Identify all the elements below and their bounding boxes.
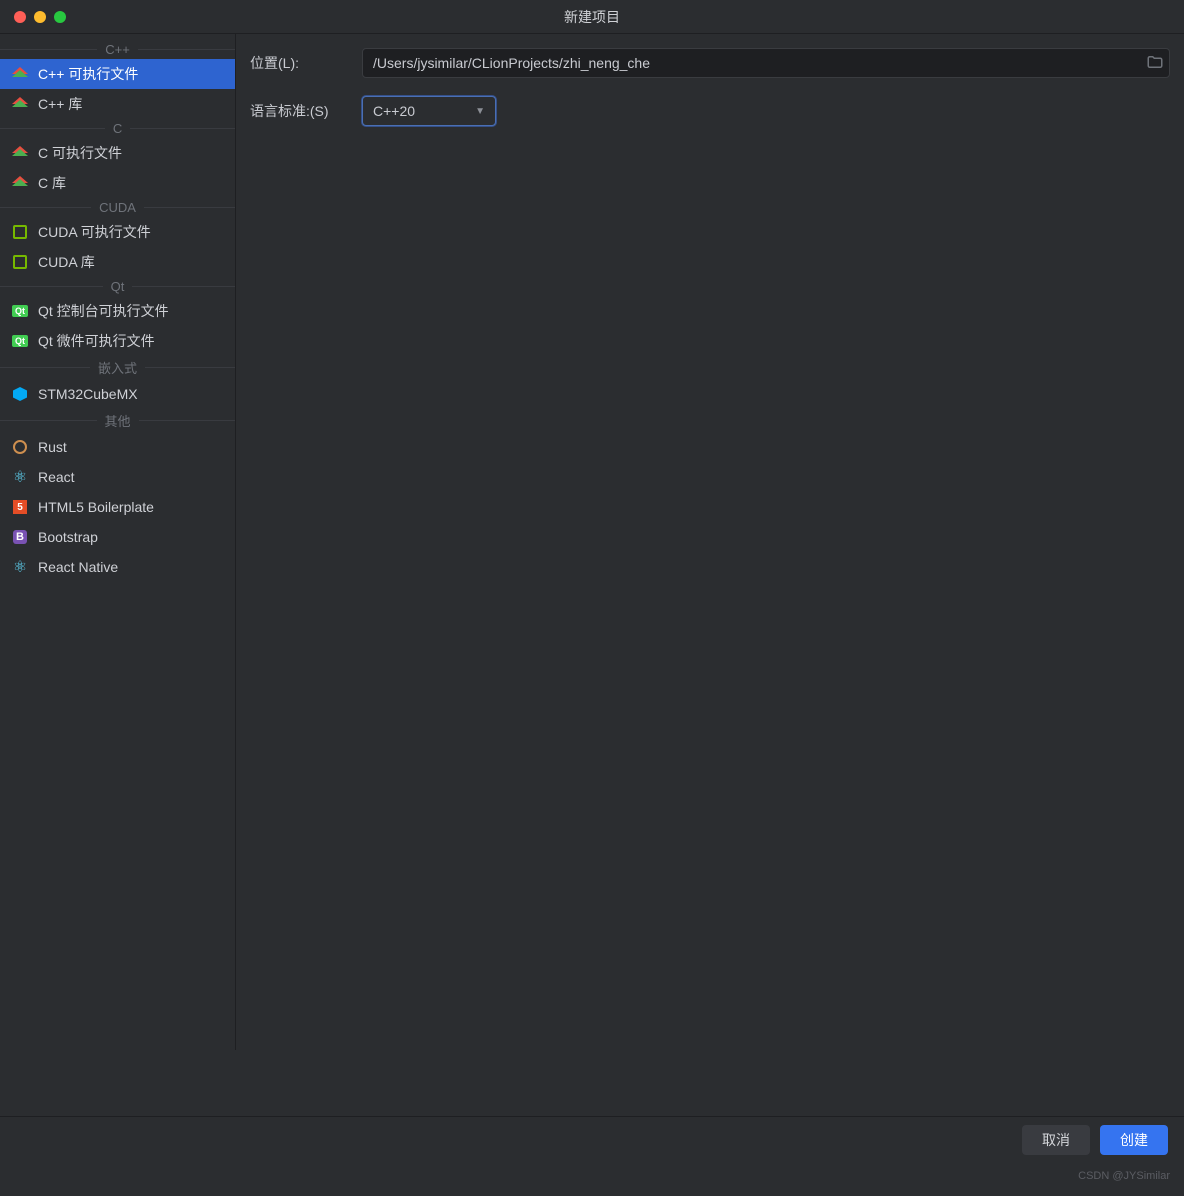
react-icon: ⚛ bbox=[12, 469, 28, 485]
category-label: C bbox=[105, 121, 130, 136]
footer: 取消 创建 bbox=[0, 1116, 1184, 1162]
sidebar-item-label: React bbox=[38, 469, 75, 485]
sidebar-item-label: Rust bbox=[38, 439, 67, 455]
sidebar-item-label: Bootstrap bbox=[38, 529, 98, 545]
sidebar-item-label: Qt 控制台可执行文件 bbox=[38, 301, 169, 321]
cmake-icon bbox=[12, 175, 28, 191]
qt-icon: Qt bbox=[12, 303, 28, 319]
sidebar-item-label: C 库 bbox=[38, 173, 66, 193]
location-input[interactable] bbox=[362, 48, 1170, 78]
sidebar-item-label: C++ 可执行文件 bbox=[38, 64, 138, 84]
watermark: CSDN @JYSimilar bbox=[1078, 1170, 1170, 1182]
html5-icon: 5 bbox=[12, 499, 28, 515]
create-button[interactable]: 创建 bbox=[1100, 1125, 1168, 1155]
sidebar-item-label: C++ 库 bbox=[38, 94, 82, 114]
category-label: Qt bbox=[103, 279, 133, 294]
sidebar-item-label: CUDA 库 bbox=[38, 252, 95, 272]
cancel-button[interactable]: 取消 bbox=[1022, 1125, 1090, 1155]
window-title: 新建项目 bbox=[0, 7, 1184, 27]
sidebar-item-rust[interactable]: Rust bbox=[0, 432, 235, 462]
sidebar-item-cuda-executable[interactable]: CUDA 可执行文件 bbox=[0, 217, 235, 247]
sidebar-item-cpp-executable[interactable]: C++ 可执行文件 bbox=[0, 59, 235, 89]
sidebar-item-label: React Native bbox=[38, 559, 118, 575]
sidebar-item-bootstrap[interactable]: B Bootstrap bbox=[0, 522, 235, 552]
cube-icon bbox=[12, 386, 28, 402]
sidebar-item-cuda-library[interactable]: CUDA 库 bbox=[0, 247, 235, 277]
location-label: 位置(L): bbox=[250, 53, 362, 73]
standard-select[interactable]: C++20 ▼ bbox=[362, 96, 496, 126]
react-icon: ⚛ bbox=[12, 559, 28, 575]
titlebar: 新建项目 bbox=[0, 0, 1184, 34]
sidebar-item-cpp-library[interactable]: C++ 库 bbox=[0, 89, 235, 119]
standard-label: 语言标准:(S) bbox=[250, 101, 362, 121]
main-panel: 位置(L): 语言标准:(S) C++20 ▼ bbox=[236, 34, 1184, 1050]
bootstrap-icon: B bbox=[12, 529, 28, 545]
sidebar-item-label: C 可执行文件 bbox=[38, 143, 122, 163]
sidebar-item-react-native[interactable]: ⚛ React Native bbox=[0, 552, 235, 582]
sidebar-item-c-executable[interactable]: C 可执行文件 bbox=[0, 138, 235, 168]
category-label: 嵌入式 bbox=[90, 358, 145, 377]
cmake-icon bbox=[12, 66, 28, 82]
sidebar-item-qt-console[interactable]: Qt Qt 控制台可执行文件 bbox=[0, 296, 235, 326]
qt-icon: Qt bbox=[12, 333, 28, 349]
cmake-icon bbox=[12, 96, 28, 112]
chevron-down-icon: ▼ bbox=[475, 106, 485, 117]
sidebar-item-c-library[interactable]: C 库 bbox=[0, 168, 235, 198]
sidebar-item-label: CUDA 可执行文件 bbox=[38, 222, 151, 242]
standard-value: C++20 bbox=[373, 103, 415, 119]
sidebar: C++ C++ 可执行文件 C++ 库 C C 可执行文件 C 库 CUDA C… bbox=[0, 34, 236, 1050]
sidebar-item-label: HTML5 Boilerplate bbox=[38, 499, 154, 515]
sidebar-item-label: STM32CubeMX bbox=[38, 386, 138, 402]
folder-icon[interactable] bbox=[1146, 53, 1164, 76]
cmake-icon bbox=[12, 145, 28, 161]
sidebar-item-html5[interactable]: 5 HTML5 Boilerplate bbox=[0, 492, 235, 522]
rust-icon bbox=[12, 439, 28, 455]
sidebar-item-label: Qt 微件可执行文件 bbox=[38, 331, 155, 351]
category-label: CUDA bbox=[91, 200, 144, 215]
sidebar-item-qt-widget[interactable]: Qt Qt 微件可执行文件 bbox=[0, 326, 235, 356]
category-label: 其他 bbox=[97, 411, 139, 430]
category-label: C++ bbox=[97, 42, 138, 57]
sidebar-item-react[interactable]: ⚛ React bbox=[0, 462, 235, 492]
nvidia-icon bbox=[12, 254, 28, 270]
sidebar-item-stm32[interactable]: STM32CubeMX bbox=[0, 379, 235, 409]
nvidia-icon bbox=[12, 224, 28, 240]
